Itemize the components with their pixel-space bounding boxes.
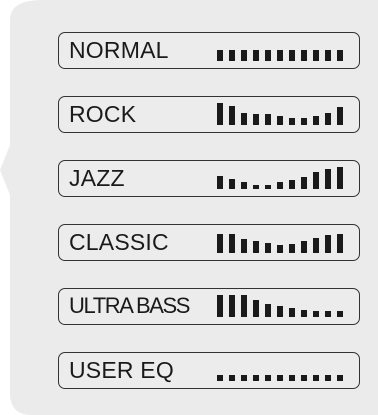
eq-band-bar	[241, 239, 247, 253]
eq-band-bar	[265, 114, 271, 125]
eq-preset-label: NORMAL	[69, 37, 169, 63]
eq-preset-list: NORMAL ROCK JAZZ CLASSIC ULTRA BASS USER…	[58, 32, 360, 415]
eq-band-bar	[253, 114, 259, 125]
eq-band-bar	[241, 375, 247, 381]
eq-band-bar	[217, 234, 223, 253]
eq-band-bar	[289, 50, 295, 61]
eq-band-bar	[265, 185, 271, 189]
eq-band-bar	[301, 310, 307, 317]
eq-preset-ultra-bass[interactable]: ULTRA BASS	[58, 288, 360, 325]
eq-curve-icon	[217, 231, 347, 253]
eq-curve-icon	[217, 295, 347, 317]
eq-band-bar	[313, 50, 319, 61]
eq-band-bar	[325, 113, 331, 125]
eq-band-bar	[301, 177, 307, 189]
eq-band-bar	[241, 182, 247, 189]
eq-band-bar	[289, 118, 295, 125]
eq-band-bar	[229, 234, 235, 253]
eq-menu-panel: NORMAL ROCK JAZZ CLASSIC ULTRA BASS USER…	[0, 0, 378, 415]
eq-band-bar	[241, 113, 247, 125]
eq-band-bar	[337, 234, 343, 253]
eq-band-bar	[313, 116, 319, 125]
eq-preset-user-eq[interactable]: USER EQ	[58, 352, 360, 389]
eq-band-bar	[277, 245, 283, 253]
eq-band-bar	[337, 50, 343, 61]
eq-preset-label: CLASSIC	[69, 229, 169, 255]
eq-band-bar	[301, 241, 307, 253]
eq-band-bar	[313, 238, 319, 253]
eq-band-bar	[229, 295, 235, 317]
eq-band-bar	[325, 169, 331, 189]
eq-band-bar	[229, 106, 235, 125]
eq-curve-icon	[217, 103, 347, 125]
eq-band-bar	[337, 311, 343, 317]
eq-band-bar	[217, 375, 223, 381]
eq-band-bar	[253, 241, 259, 253]
eq-band-bar	[217, 50, 223, 61]
eq-curve-icon	[217, 359, 347, 381]
eq-band-bar	[301, 375, 307, 381]
eq-band-bar	[217, 176, 223, 189]
eq-band-bar	[289, 180, 295, 189]
eq-band-bar	[337, 107, 343, 125]
eq-band-bar	[313, 311, 319, 317]
eq-band-bar	[253, 375, 259, 381]
eq-band-bar	[253, 50, 259, 61]
eq-band-bar	[313, 172, 319, 189]
eq-band-bar	[241, 295, 247, 317]
eq-band-bar	[253, 185, 259, 189]
eq-band-bar	[277, 50, 283, 61]
eq-band-bar	[325, 235, 331, 253]
eq-band-bar	[265, 304, 271, 317]
eq-band-bar	[265, 375, 271, 381]
eq-band-bar	[325, 50, 331, 61]
eq-preset-normal[interactable]: NORMAL	[58, 32, 360, 69]
eq-preset-label: ULTRA BASS	[69, 293, 190, 318]
eq-preset-classic[interactable]: CLASSIC	[58, 224, 360, 261]
eq-band-bar	[289, 244, 295, 253]
eq-preset-label: JAZZ	[69, 165, 125, 191]
eq-band-bar	[277, 182, 283, 189]
eq-band-bar	[265, 243, 271, 253]
eq-band-bar	[289, 308, 295, 317]
eq-preset-label: ROCK	[69, 101, 137, 127]
eq-band-bar	[241, 50, 247, 61]
eq-band-bar	[325, 375, 331, 381]
eq-band-bar	[313, 375, 319, 381]
eq-preset-rock[interactable]: ROCK	[58, 96, 360, 133]
eq-band-bar	[229, 50, 235, 61]
eq-band-bar	[277, 116, 283, 125]
eq-band-bar	[289, 375, 295, 381]
eq-band-bar	[325, 311, 331, 317]
eq-band-bar	[253, 300, 259, 317]
eq-band-bar	[265, 50, 271, 61]
eq-curve-icon	[217, 39, 347, 61]
eq-band-bar	[277, 375, 283, 381]
eq-preset-label: USER EQ	[69, 357, 174, 383]
eq-band-bar	[229, 375, 235, 381]
eq-band-bar	[217, 295, 223, 317]
eq-band-bar	[217, 103, 223, 125]
eq-band-bar	[229, 179, 235, 189]
eq-band-bar	[301, 50, 307, 61]
eq-preset-jazz[interactable]: JAZZ	[58, 160, 360, 197]
eq-band-bar	[337, 375, 343, 381]
eq-band-bar	[337, 167, 343, 189]
eq-band-bar	[277, 306, 283, 317]
eq-band-bar	[301, 118, 307, 125]
eq-curve-icon	[217, 167, 347, 189]
